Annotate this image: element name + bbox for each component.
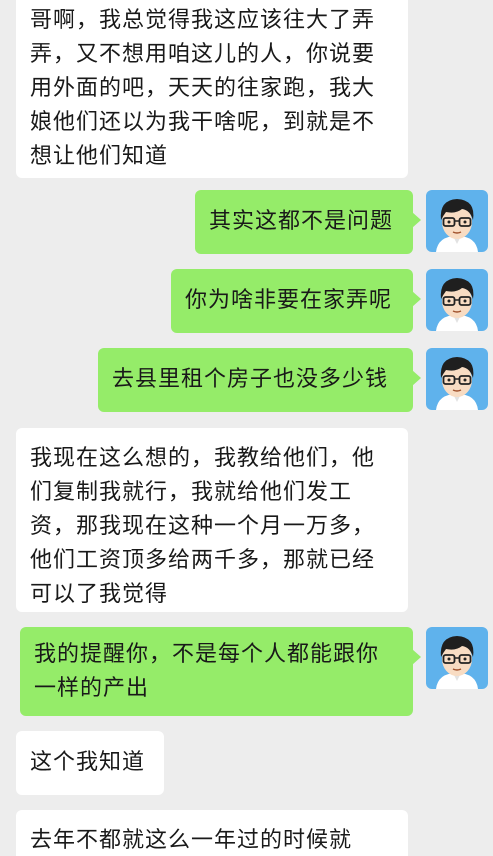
boy-with-glasses-icon <box>436 199 478 252</box>
message-bubble-outgoing[interactable]: 我的提醒你，不是每个人都能跟你一样的产出 <box>20 627 421 716</box>
message-bubble-incoming[interactable]: 我现在这么想的，我教给他们，他们复制我就行，我就给他们发工资，那我现在这种一个月… <box>16 428 408 612</box>
message-bubble-outgoing[interactable]: 其实这都不是问题 <box>195 190 421 254</box>
boy-with-glasses-icon <box>436 278 478 331</box>
avatar[interactable] <box>426 348 488 410</box>
message-text: 这个我知道 <box>30 750 146 775</box>
chat-area[interactable]: 哥啊，我总觉得我这应该往大了弄弄，又不想用咱这儿的人，你说要用外面的吧，天天的往… <box>0 0 493 856</box>
message-text: 去县里租个房子也没多少钱 <box>112 367 389 392</box>
message-text: 其实这都不是问题 <box>209 209 394 234</box>
boy-with-glasses-icon <box>436 357 478 410</box>
message-bubble-outgoing[interactable]: 你为啥非要在家弄呢 <box>171 269 421 333</box>
message-text: 去年不都就这么一年过的时候就 <box>30 828 353 853</box>
message-bubble-incoming[interactable]: 哥啊，我总觉得我这应该往大了弄弄，又不想用咱这儿的人，你说要用外面的吧，天天的往… <box>16 0 408 178</box>
message-text: 我的提醒你，不是每个人都能跟你一样的产出 <box>34 642 380 701</box>
message-text: 哥啊，我总觉得我这应该往大了弄弄，又不想用咱这儿的人，你说要用外面的吧，天天的往… <box>30 8 376 169</box>
message-bubble-outgoing[interactable]: 去县里租个房子也没多少钱 <box>98 348 421 412</box>
avatar[interactable] <box>426 627 488 689</box>
message-bubble-incoming[interactable]: 这个我知道 <box>16 731 164 795</box>
message-text: 你为啥非要在家弄呢 <box>185 288 393 313</box>
avatar[interactable] <box>426 190 488 252</box>
message-text: 我现在这么想的，我教给他们，他们复制我就行，我就给他们发工资，那我现在这种一个月… <box>30 446 376 607</box>
message-bubble-incoming[interactable]: 去年不都就这么一年过的时候就 <box>16 810 408 856</box>
avatar[interactable] <box>426 269 488 331</box>
boy-with-glasses-icon <box>436 636 478 689</box>
